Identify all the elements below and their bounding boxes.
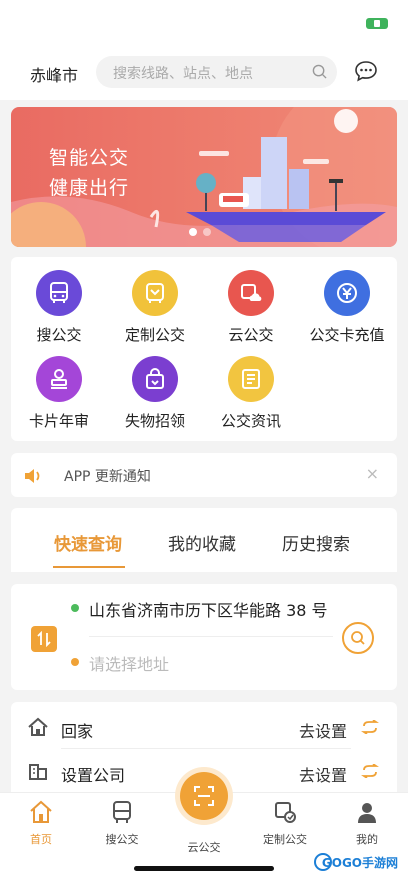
route-search-button[interactable] bbox=[342, 622, 374, 654]
service-label: 失物招领 bbox=[124, 412, 185, 430]
active-tab-indicator bbox=[53, 566, 125, 568]
service-bus-news[interactable]: 公交资讯 bbox=[203, 356, 299, 431]
speaker-icon bbox=[25, 469, 40, 483]
home-indicator bbox=[134, 866, 274, 871]
tab-label: 搜公交 bbox=[105, 833, 139, 846]
swap-button[interactable] bbox=[31, 626, 57, 652]
stamp-icon bbox=[36, 356, 82, 402]
building-icon bbox=[29, 764, 47, 780]
custom-bus-icon bbox=[132, 270, 178, 316]
set-button[interactable]: 去设置 bbox=[299, 762, 347, 786]
favorite-home[interactable]: 回家 去设置 bbox=[11, 705, 397, 749]
search-icon bbox=[312, 64, 327, 79]
tab-mine[interactable]: 我的 bbox=[332, 799, 402, 847]
service-label: 卡片年审 bbox=[28, 412, 89, 430]
tab-label: 定制公交 bbox=[263, 833, 307, 846]
scan-icon bbox=[194, 786, 214, 806]
bus-icon bbox=[113, 801, 131, 823]
tab-home[interactable]: 首页 bbox=[6, 799, 76, 847]
tab-label: 我的 bbox=[356, 833, 378, 846]
tab-quick-query[interactable]: 快速查询 bbox=[54, 530, 122, 555]
user-icon bbox=[358, 803, 376, 823]
service-card-recharge[interactable]: 公交卡充值 bbox=[299, 270, 395, 345]
city-selector[interactable]: 赤峰市 bbox=[30, 62, 78, 86]
favorite-label: 回家 bbox=[61, 722, 94, 741]
service-label: 公交卡充值 bbox=[309, 326, 385, 344]
query-tabs: 快速查询 我的收藏 历史搜索 bbox=[11, 508, 397, 572]
search-icon bbox=[351, 631, 365, 645]
message-icon[interactable] bbox=[354, 60, 378, 82]
service-label: 云公交 bbox=[228, 326, 274, 344]
service-label: 搜公交 bbox=[36, 326, 82, 344]
swap-arrows-icon bbox=[361, 720, 379, 734]
tab-history[interactable]: 历史搜索 bbox=[282, 530, 350, 555]
divider bbox=[89, 636, 333, 637]
bus-icon bbox=[36, 270, 82, 316]
search-placeholder: 搜索线路、站点、地点 bbox=[113, 66, 253, 82]
swap-arrows-icon bbox=[361, 764, 379, 778]
service-search-bus[interactable]: 搜公交 bbox=[11, 270, 107, 345]
service-card-review[interactable]: 卡片年审 bbox=[11, 356, 107, 431]
promo-banner[interactable]: 智能公交 健康出行 bbox=[11, 107, 397, 247]
service-grid: 搜公交 定制公交 云公交 公交卡充值 卡片年审 失物招领 公交资讯 bbox=[11, 257, 397, 441]
battery-icon bbox=[366, 18, 388, 29]
tab-cloud-bus[interactable]: 云公交 bbox=[169, 833, 239, 855]
tab-custom-bus[interactable]: 定制公交 bbox=[250, 799, 320, 847]
lost-found-icon bbox=[132, 356, 178, 402]
close-icon[interactable]: × bbox=[366, 464, 379, 483]
banner-subtitle: 健康出行 bbox=[49, 177, 130, 199]
service-lost-found[interactable]: 失物招领 bbox=[107, 356, 203, 431]
news-icon bbox=[228, 356, 274, 402]
carousel-dots bbox=[189, 221, 217, 240]
card-recharge-icon bbox=[324, 270, 370, 316]
update-notice[interactable]: APP 更新通知 × bbox=[11, 453, 397, 497]
carousel-dot-active[interactable] bbox=[189, 228, 197, 236]
top-bar: 赤峰市 搜索线路、站点、地点 bbox=[0, 44, 408, 100]
watermark: GOGO手游网 bbox=[321, 856, 398, 870]
swap-icon bbox=[37, 631, 51, 647]
origin-dot bbox=[71, 604, 79, 612]
service-label: 公交资讯 bbox=[220, 412, 281, 430]
destination-dot bbox=[71, 658, 79, 666]
custom-bus-icon bbox=[275, 802, 296, 823]
tab-label: 云公交 bbox=[187, 841, 221, 854]
search-input[interactable]: 搜索线路、站点、地点 bbox=[96, 56, 337, 88]
tab-label: 首页 bbox=[30, 833, 52, 846]
destination-field[interactable]: 请选择地址 bbox=[89, 651, 169, 675]
tab-favorites[interactable]: 我的收藏 bbox=[168, 530, 236, 555]
cloud-bus-icon bbox=[228, 270, 274, 316]
route-planner: 山东省济南市历下区华能路 38 号 请选择地址 bbox=[11, 584, 397, 690]
favorite-label: 设置公司 bbox=[61, 766, 126, 785]
service-label: 定制公交 bbox=[124, 326, 185, 344]
service-custom-bus[interactable]: 定制公交 bbox=[107, 270, 203, 345]
notice-text: APP 更新通知 bbox=[64, 469, 151, 485]
home-icon bbox=[28, 717, 48, 736]
banner-title: 智能公交 bbox=[49, 147, 130, 169]
status-bar bbox=[0, 0, 408, 44]
origin-field[interactable]: 山东省济南市历下区华能路 38 号 bbox=[89, 597, 328, 621]
carousel-dot[interactable] bbox=[203, 228, 211, 236]
tab-search-bus[interactable]: 搜公交 bbox=[87, 799, 157, 847]
service-cloud-bus[interactable]: 云公交 bbox=[203, 270, 299, 345]
set-button[interactable]: 去设置 bbox=[299, 718, 347, 742]
scan-button[interactable] bbox=[180, 772, 228, 820]
home-icon bbox=[30, 800, 52, 823]
